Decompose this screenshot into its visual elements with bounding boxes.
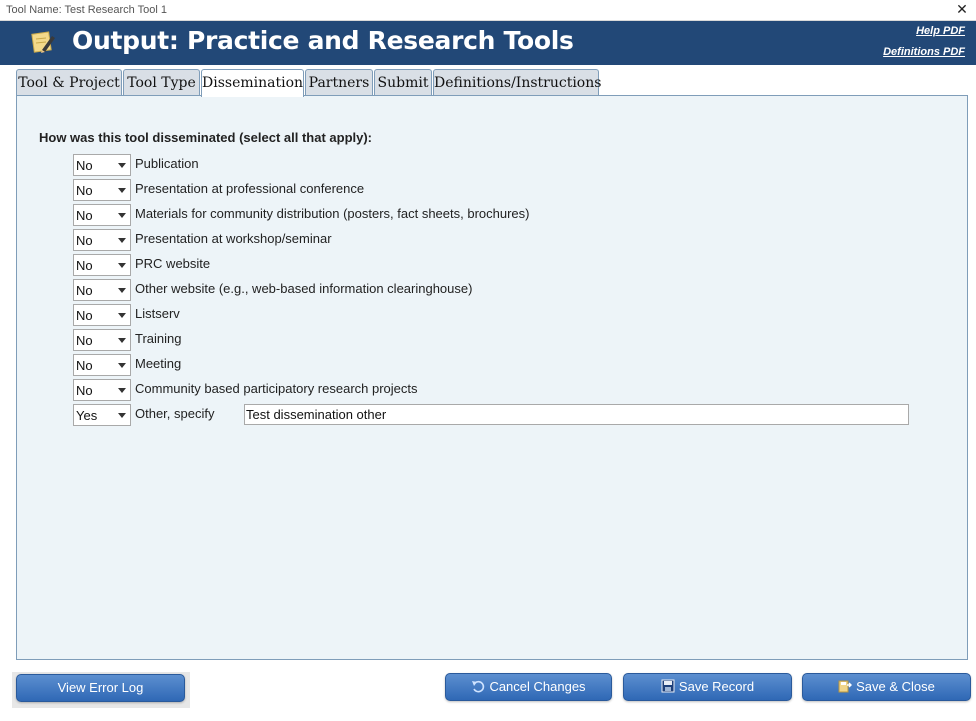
select-value: Yes xyxy=(76,408,98,423)
option-label: Other, specify xyxy=(135,406,215,421)
option-label: Presentation at workshop/seminar xyxy=(135,231,332,246)
option-label: Meeting xyxy=(135,356,182,371)
chevron-down-icon xyxy=(118,313,126,318)
save-close-label: Save & Close xyxy=(856,679,935,694)
tab-definitions-instructions[interactable]: Definitions/Instructions xyxy=(433,69,601,96)
professional-conference-select[interactable]: No xyxy=(73,179,131,201)
tab-submit[interactable]: Submit xyxy=(374,69,432,96)
chevron-down-icon xyxy=(118,388,126,393)
chevron-down-icon xyxy=(118,238,126,243)
select-value: No xyxy=(76,283,93,298)
form-header: Output: Practice and Research Tools Help… xyxy=(0,21,976,65)
meeting-select[interactable]: No xyxy=(73,354,131,376)
note-pencil-icon xyxy=(31,31,55,53)
option-label: PRC website xyxy=(135,256,211,271)
dissemination-question: How was this tool disseminated (select a… xyxy=(39,130,373,145)
select-value: No xyxy=(76,233,93,248)
save-close-icon xyxy=(838,680,853,693)
option-label: Training xyxy=(135,331,182,346)
training-select[interactable]: No xyxy=(73,329,131,351)
chevron-down-icon xyxy=(118,188,126,193)
chevron-down-icon xyxy=(118,338,126,343)
undo-icon xyxy=(472,680,485,693)
option-label: Publication xyxy=(135,156,199,171)
cbpr-projects-select[interactable]: No xyxy=(73,379,131,401)
option-label: Listserv xyxy=(135,306,180,321)
chevron-down-icon xyxy=(118,163,126,168)
workshop-seminar-select[interactable]: No xyxy=(73,229,131,251)
save-record-label: Save Record xyxy=(678,679,755,694)
window-title: Tool Name: Test Research Tool 1 xyxy=(6,4,168,16)
other-specify-field[interactable]: Test dissemination other xyxy=(244,404,909,425)
chevron-down-icon xyxy=(118,213,126,218)
tab-tool-type[interactable]: Tool Type xyxy=(123,69,200,96)
save-record-button[interactable]: Save Record xyxy=(623,673,792,701)
close-icon[interactable]: ✕ xyxy=(954,1,970,19)
definitions-pdf-link[interactable]: Definitions PDF xyxy=(883,46,965,58)
view-error-log-label: View Error Log xyxy=(57,680,144,695)
view-error-log-button[interactable]: View Error Log xyxy=(16,674,185,702)
option-label: Materials for community distribution (po… xyxy=(135,206,530,221)
window-titlebar: Tool Name: Test Research Tool 1 ✕ xyxy=(0,0,976,21)
select-value: No xyxy=(76,183,93,198)
other-specify-select[interactable]: Yes xyxy=(73,404,131,426)
select-value: No xyxy=(76,333,93,348)
tab-tool-project[interactable]: Tool & Project xyxy=(16,69,122,96)
chevron-down-icon xyxy=(118,288,126,293)
cancel-changes-label: Cancel Changes xyxy=(489,679,586,694)
listserv-select[interactable]: No xyxy=(73,304,131,326)
chevron-down-icon xyxy=(118,363,126,368)
select-value: No xyxy=(76,358,93,373)
tab-dissemination[interactable]: Dissemination xyxy=(201,69,304,97)
chevron-down-icon xyxy=(118,413,126,418)
select-value: No xyxy=(76,308,93,323)
save-close-button[interactable]: Save & Close xyxy=(802,673,971,701)
dissemination-panel: How was this tool disseminated (select a… xyxy=(16,95,968,660)
other-website-select[interactable]: No xyxy=(73,279,131,301)
help-pdf-link[interactable]: Help PDF xyxy=(916,25,965,37)
option-label: Community based participatory research p… xyxy=(135,381,418,396)
select-value: No xyxy=(76,158,93,173)
select-value: No xyxy=(76,383,93,398)
select-value: No xyxy=(76,258,93,273)
page-title: Output: Practice and Research Tools xyxy=(72,26,574,55)
tab-partners[interactable]: Partners xyxy=(305,69,373,96)
chevron-down-icon xyxy=(118,263,126,268)
select-value: No xyxy=(76,208,93,223)
publication-select[interactable]: No xyxy=(73,154,131,176)
prc-website-select[interactable]: No xyxy=(73,254,131,276)
cancel-changes-button[interactable]: Cancel Changes xyxy=(445,673,612,701)
option-label: Presentation at professional conference xyxy=(135,181,365,196)
floppy-disk-icon xyxy=(661,679,675,693)
community-materials-select[interactable]: No xyxy=(73,204,131,226)
option-label: Other website (e.g., web-based informati… xyxy=(135,281,473,296)
